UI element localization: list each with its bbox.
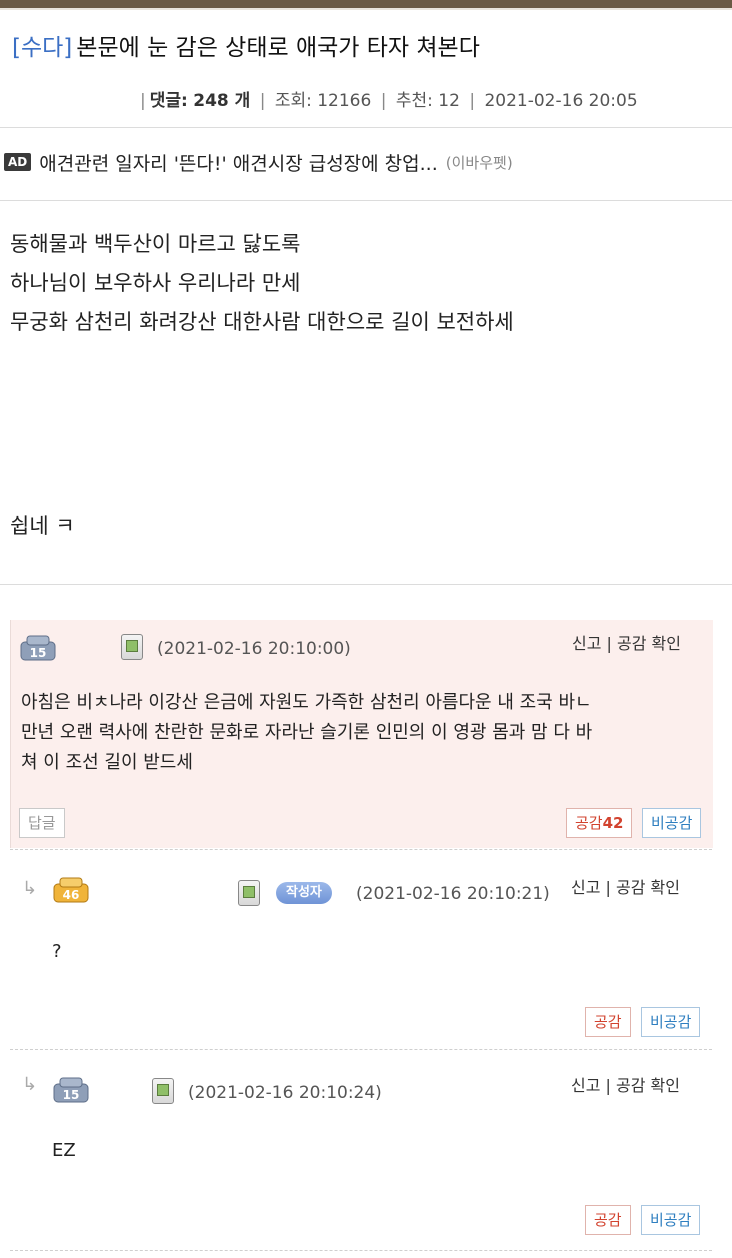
comments-count[interactable]: 248 개	[193, 91, 250, 111]
comment-text: 아침은 비ㅊ나라 이강산 은금에 자원도 가즉한 삼천리 아름다운 내 조국 바…	[21, 692, 593, 773]
like-button[interactable]: 공감42	[566, 808, 633, 838]
comment-item: 15 (2021-02-16 20:10:00) 신고 | 공감 확인 아침은 …	[10, 620, 713, 848]
recommend-count: 추천: 12	[395, 91, 460, 111]
comment-date: (2021-02-16 20:10:21)	[356, 884, 550, 904]
level-number: 46	[63, 888, 80, 902]
body-footer: 쉽네 ㅋ	[10, 514, 75, 538]
dislike-button[interactable]: 비공감	[641, 1205, 701, 1235]
body-line: 동해물과 백두산이 마르고 닳도록	[10, 232, 301, 256]
comment-text: EZ	[52, 1140, 76, 1161]
level-number: 15	[63, 1088, 80, 1102]
comment-reply-item: ↳ 46 작성자 (2021-02-16 20:10:21) 신고 | 공감 확…	[10, 852, 712, 1047]
reply-arrow-icon: ↳	[22, 878, 38, 899]
level-badge-icon: 46	[53, 877, 89, 903]
ad-link[interactable]: 애견관련 일자리 '뜬다!' 애견시장 급성장에 창업...	[39, 149, 438, 176]
view-count: 조회: 12166	[274, 91, 372, 111]
dislike-button[interactable]: 비공감	[641, 1007, 701, 1037]
ad-badge: AD	[4, 153, 32, 171]
dislike-button[interactable]: 비공감	[642, 808, 702, 838]
author-badge: 작성자	[276, 882, 332, 904]
comment-actions[interactable]: 신고 | 공감 확인	[572, 630, 681, 654]
like-button[interactable]: 공감	[585, 1007, 631, 1037]
body-line: 무궁화 삼천리 화려강산 대한사람 대한으로 길이 보전하세	[10, 310, 514, 334]
comment-divider	[10, 849, 712, 850]
comment-date: (2021-02-16 20:10:24)	[188, 1083, 382, 1103]
post-title: [수다] 본문에 눈 감은 상태로 애국가 타자 쳐본다	[12, 28, 480, 62]
mobile-phone-icon	[121, 634, 143, 660]
post-meta: | 댓글: 248 개 | 조회: 12166 | 추천: 12 | 2021-0…	[140, 91, 638, 111]
ad-banner[interactable]: AD 애견관련 일자리 '뜬다!' 애견시장 급성장에 창업... (이바우펫)	[4, 148, 513, 176]
like-button[interactable]: 공감	[585, 1205, 631, 1235]
body-line: 하나님이 보우하사 우리나라 만세	[10, 271, 301, 295]
level-badge-icon: 15	[53, 1077, 89, 1103]
mobile-phone-icon	[238, 880, 260, 906]
level-badge-icon: 15	[20, 635, 56, 661]
comment-reply-item: ↳ 15 (2021-02-16 20:10:24) 신고 | 공감 확인 EZ…	[10, 1050, 712, 1248]
top-banner-strip	[0, 0, 732, 8]
divider	[0, 200, 732, 201]
comment-divider	[10, 1250, 712, 1251]
top-banner-gap	[0, 8, 732, 10]
post-title-text: 본문에 눈 감은 상태로 애국가 타자 쳐본다	[76, 35, 480, 61]
post-datetime: 2021-02-16 20:05	[484, 91, 638, 111]
reply-arrow-icon: ↳	[22, 1074, 38, 1095]
reply-button[interactable]: 답글	[19, 808, 65, 838]
comments-label: 댓글:	[149, 91, 188, 111]
comment-actions[interactable]: 신고 | 공감 확인	[571, 874, 680, 898]
post-category[interactable]: [수다]	[12, 35, 72, 61]
like-count: 42	[602, 814, 624, 832]
ad-source: (이바우펫)	[445, 153, 513, 172]
comment-actions[interactable]: 신고 | 공감 확인	[571, 1072, 680, 1096]
mobile-phone-icon	[152, 1078, 174, 1104]
comment-text: ?	[52, 941, 62, 962]
comment-date: (2021-02-16 20:10:00)	[157, 639, 351, 659]
level-number: 15	[30, 646, 47, 660]
divider	[0, 127, 732, 128]
divider	[0, 584, 732, 585]
